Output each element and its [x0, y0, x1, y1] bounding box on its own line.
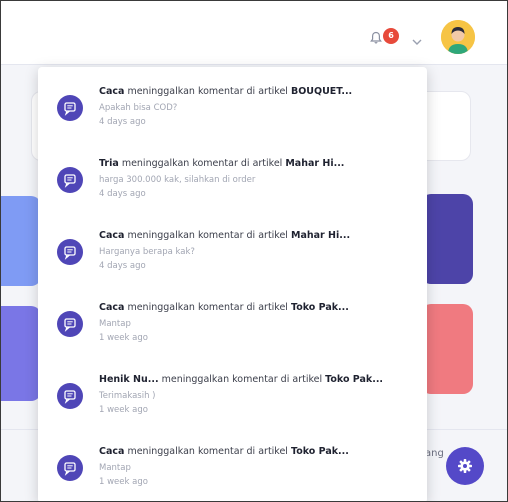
stat-card-purple: [1, 306, 41, 401]
comment-icon: [57, 383, 83, 409]
stat-card-pink: [421, 304, 473, 394]
bell-icon[interactable]: [369, 30, 383, 44]
stat-card-navy: [421, 194, 473, 284]
notification-comment: harga 300.000 kak, silahkan di order: [99, 175, 256, 185]
notification-content: Caca meninggalkan komentar di artikel BO…: [99, 85, 419, 128]
notification-title: Caca meninggalkan komentar di artikel BO…: [99, 86, 353, 97]
app-frame: 6 ang Caca meninggalkan komentar di arti…: [0, 0, 508, 502]
notification-item[interactable]: Caca meninggalkan komentar di artikel To…: [38, 427, 427, 499]
notification-time: 1 week ago: [99, 333, 148, 343]
notification-count-badge: 6: [383, 28, 399, 44]
gear-icon: [458, 459, 472, 473]
notification-title: Tria meninggalkan komentar di artikel Ma…: [99, 158, 345, 169]
comment-icon: [57, 239, 83, 265]
chevron-down-icon[interactable]: [411, 32, 423, 45]
comment-icon: [57, 167, 83, 193]
notification-comment: Mantap: [99, 319, 131, 329]
settings-button[interactable]: [446, 447, 484, 485]
notification-comment: Harganya berapa kak?: [99, 247, 195, 257]
notification-title: Henik Nu... meninggalkan komentar di art…: [99, 374, 384, 385]
notification-item[interactable]: Caca meninggalkan komentar di artikel To…: [38, 283, 427, 355]
stat-card-blue: [1, 196, 41, 286]
notification-time: 4 days ago: [99, 117, 146, 127]
notification-content: Tria meninggalkan komentar di artikel Ma…: [99, 157, 419, 200]
notification-title: Caca meninggalkan komentar di artikel Ma…: [99, 230, 351, 241]
notification-content: Caca meninggalkan komentar di artikel Ma…: [99, 229, 419, 272]
notifications-dropdown: Caca meninggalkan komentar di artikel BO…: [38, 67, 427, 501]
comment-icon: [57, 311, 83, 337]
notification-item[interactable]: Tria meninggalkan komentar di artikel Ma…: [38, 139, 427, 211]
notification-comment: Apakah bisa COD?: [99, 103, 178, 113]
partial-text: ang: [425, 448, 444, 459]
comment-icon: [57, 95, 83, 121]
notification-time: 1 week ago: [99, 477, 148, 487]
notification-content: Caca meninggalkan komentar di artikel To…: [99, 445, 419, 488]
comment-icon: [57, 455, 83, 481]
notification-item[interactable]: Henik Nu... meninggalkan komentar di art…: [38, 355, 427, 427]
notification-comment: Terimakasih ): [99, 391, 156, 401]
notification-content: Henik Nu... meninggalkan komentar di art…: [99, 373, 419, 416]
notification-item[interactable]: Caca meninggalkan komentar di artikel BO…: [38, 67, 427, 139]
notification-comment: Mantap: [99, 463, 131, 473]
top-navbar: 6: [1, 1, 507, 65]
notification-time: 4 days ago: [99, 189, 146, 199]
notification-title: Caca meninggalkan komentar di artikel To…: [99, 302, 349, 313]
user-avatar[interactable]: [441, 20, 475, 54]
notification-time: 4 days ago: [99, 261, 146, 271]
notification-content: Caca meninggalkan komentar di artikel To…: [99, 301, 419, 344]
notification-item[interactable]: Caca meninggalkan komentar di artikel Ma…: [38, 211, 427, 283]
notification-title: Caca meninggalkan komentar di artikel To…: [99, 446, 349, 457]
notification-time: 1 week ago: [99, 405, 148, 415]
